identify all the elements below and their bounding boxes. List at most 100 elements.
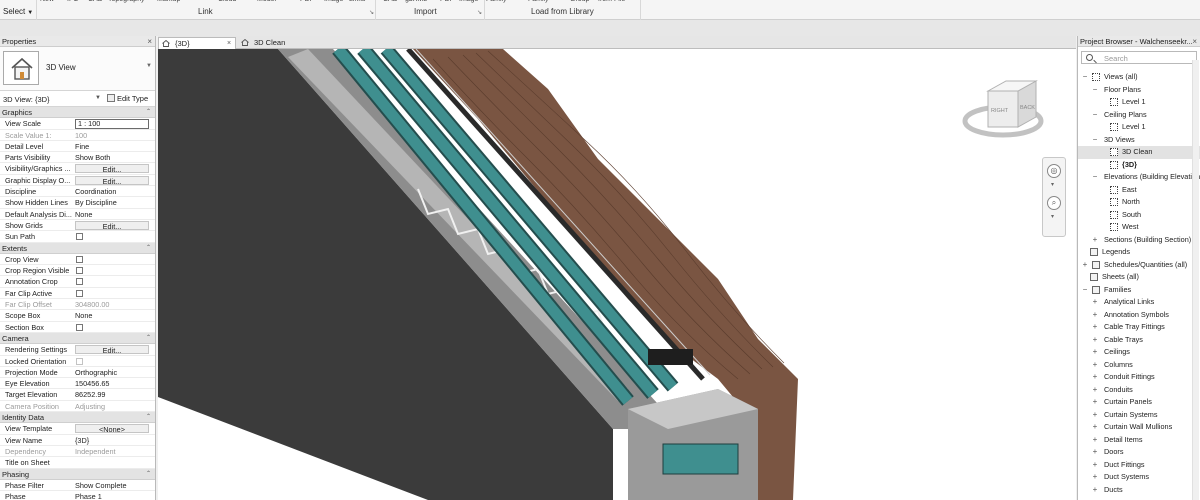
browser-tree-item[interactable]: − Floor Plans xyxy=(1078,84,1200,97)
close-icon[interactable]: × xyxy=(147,36,152,47)
property-edit-button[interactable]: <None> xyxy=(75,424,149,434)
3d-viewport[interactable]: RIGHT BACK xyxy=(158,49,1076,500)
dialog-launcher-icon[interactable]: ↘ xyxy=(477,9,482,16)
expand-icon[interactable]: + xyxy=(1091,421,1099,434)
expand-icon[interactable]: + xyxy=(1091,396,1099,409)
browser-tree-item[interactable]: East xyxy=(1078,184,1200,197)
browser-tree-item[interactable]: + Schedules/Quantities (all) xyxy=(1078,259,1200,272)
expand-icon[interactable]: + xyxy=(1091,334,1099,347)
ribbon-button-label[interactable]: Family xyxy=(486,0,507,3)
browser-tree-item[interactable]: West xyxy=(1078,221,1200,234)
property-checkbox[interactable] xyxy=(76,233,83,241)
ribbon-button-label[interactable]: Links xyxy=(349,0,365,3)
collapse-icon[interactable]: ⌃ xyxy=(146,469,151,480)
collapse-icon[interactable]: ⌃ xyxy=(146,107,151,118)
browser-tree-item[interactable]: + Ducts xyxy=(1078,484,1200,497)
select-button[interactable]: Select ▼ xyxy=(3,7,33,16)
dialog-launcher-icon[interactable]: ↘ xyxy=(369,9,374,16)
ribbon-button-label[interactable]: Group xyxy=(570,0,589,3)
property-edit-button[interactable]: Edit... xyxy=(75,164,149,174)
browser-search-input[interactable]: Search xyxy=(1081,51,1197,64)
browser-tree-item[interactable]: Sheets (all) xyxy=(1078,271,1200,284)
ribbon-button-label[interactable]: Family xyxy=(528,0,549,3)
steering-wheel-icon[interactable]: ◎ xyxy=(1047,164,1061,178)
chevron-down-icon[interactable]: ▾ xyxy=(1051,213,1054,220)
collapse-icon[interactable]: ⌃ xyxy=(146,412,151,423)
close-icon[interactable]: × xyxy=(227,38,231,49)
collapse-icon[interactable]: ⌃ xyxy=(146,243,151,254)
instance-selector[interactable]: 3D View: {3D} xyxy=(3,95,50,104)
browser-tree-item[interactable]: + Conduits xyxy=(1078,384,1200,397)
property-checkbox[interactable] xyxy=(76,255,83,263)
browser-tree-item[interactable]: + Curtain Panels xyxy=(1078,396,1200,409)
collapse-icon[interactable]: − xyxy=(1091,134,1099,147)
expand-icon[interactable]: + xyxy=(1091,371,1099,384)
browser-tree-item[interactable]: + Cable Trays xyxy=(1078,334,1200,347)
expand-icon[interactable]: + xyxy=(1091,346,1099,359)
browser-tree-item[interactable]: − Families xyxy=(1078,284,1200,297)
collapse-icon[interactable]: ⌃ xyxy=(146,333,151,344)
ribbon-button-label[interactable]: Topography xyxy=(108,0,145,3)
collapse-icon[interactable]: − xyxy=(1081,71,1089,84)
ribbon-button-label[interactable]: from File xyxy=(598,0,625,3)
chevron-down-icon[interactable]: ▼ xyxy=(95,95,101,101)
section-header[interactable]: Graphics ⌃ xyxy=(0,107,155,119)
chevron-down-icon[interactable]: ▾ xyxy=(1051,181,1054,188)
browser-tree-item[interactable]: − Elevations (Building Elevation) xyxy=(1078,171,1200,184)
browser-tree-item[interactable]: + Detail Items xyxy=(1078,434,1200,447)
zoom-icon[interactable]: ⌕ xyxy=(1047,196,1061,210)
ribbon-button-label[interactable]: Image xyxy=(324,0,343,3)
ribbon-button-label[interactable]: New xyxy=(40,0,54,3)
browser-tree-item[interactable]: South xyxy=(1078,209,1200,222)
collapse-icon[interactable]: − xyxy=(1081,284,1089,297)
browser-tree-item[interactable]: + Duct Systems xyxy=(1078,471,1200,484)
close-icon[interactable]: × xyxy=(1192,36,1197,47)
collapse-icon[interactable]: − xyxy=(1091,109,1099,122)
ribbon-button-label[interactable]: CAD xyxy=(88,0,103,3)
ribbon-button-label[interactable]: PDF xyxy=(440,0,454,3)
browser-tree-item[interactable]: + Curtain Wall Mullions xyxy=(1078,421,1200,434)
browser-tree-item[interactable]: + Sections (Building Section) xyxy=(1078,234,1200,247)
browser-tree-item[interactable]: + Analytical Links xyxy=(1078,296,1200,309)
expand-icon[interactable]: + xyxy=(1091,234,1099,247)
property-value[interactable]: 1 : 100 xyxy=(75,119,149,129)
browser-tree-item[interactable]: −3D Views xyxy=(1078,134,1200,147)
ribbon-button-label[interactable]: Model xyxy=(257,0,276,3)
expand-icon[interactable]: + xyxy=(1091,459,1099,472)
ribbon-button-label[interactable]: Image xyxy=(459,0,478,3)
ribbon-button-label[interactable]: Cloud xyxy=(218,0,236,3)
edit-type-button[interactable]: Edit Type xyxy=(107,94,148,103)
browser-tree-item[interactable]: + Doors xyxy=(1078,446,1200,459)
browser-tree-item[interactable]: + Ceilings xyxy=(1078,346,1200,359)
expand-icon[interactable]: + xyxy=(1091,359,1099,372)
tab-3d-clean[interactable]: 3D Clean xyxy=(238,37,318,49)
section-header[interactable]: Camera ⌃ xyxy=(0,332,155,345)
property-checkbox[interactable] xyxy=(76,267,83,275)
browser-tree-item[interactable]: Level 1 xyxy=(1078,121,1200,134)
section-header[interactable]: Phasing ⌃ xyxy=(0,468,155,480)
browser-tree-item[interactable]: + Columns xyxy=(1078,359,1200,372)
expand-icon[interactable]: + xyxy=(1091,434,1099,447)
expand-icon[interactable]: + xyxy=(1081,259,1089,272)
expand-icon[interactable]: + xyxy=(1091,296,1099,309)
expand-icon[interactable]: + xyxy=(1091,484,1099,497)
expand-icon[interactable]: + xyxy=(1091,321,1099,334)
property-checkbox[interactable] xyxy=(76,289,83,297)
expand-icon[interactable]: + xyxy=(1091,309,1099,322)
collapse-icon[interactable]: − xyxy=(1091,171,1099,184)
browser-tree-item[interactable]: + Annotation Symbols xyxy=(1078,309,1200,322)
expand-icon[interactable]: + xyxy=(1091,471,1099,484)
section-header[interactable]: Identity Data ⌃ xyxy=(0,412,155,424)
ribbon-button-label[interactable]: gbXML xyxy=(405,0,427,3)
browser-tree-item[interactable]: {3D} xyxy=(1078,159,1200,172)
browser-scrollbar[interactable] xyxy=(1192,60,1199,500)
expand-icon[interactable]: + xyxy=(1091,446,1099,459)
tab-3d[interactable]: {3D} × xyxy=(158,37,236,49)
type-selector[interactable]: 3D View ▼ xyxy=(0,47,155,91)
browser-tree-item[interactable]: North xyxy=(1078,196,1200,209)
expand-icon[interactable]: + xyxy=(1091,409,1099,422)
expand-icon[interactable]: + xyxy=(1091,384,1099,397)
property-edit-button[interactable]: Edit... xyxy=(75,345,149,355)
browser-tree-item[interactable]: Legends xyxy=(1078,246,1200,259)
viewcube[interactable]: RIGHT BACK xyxy=(962,80,1044,138)
